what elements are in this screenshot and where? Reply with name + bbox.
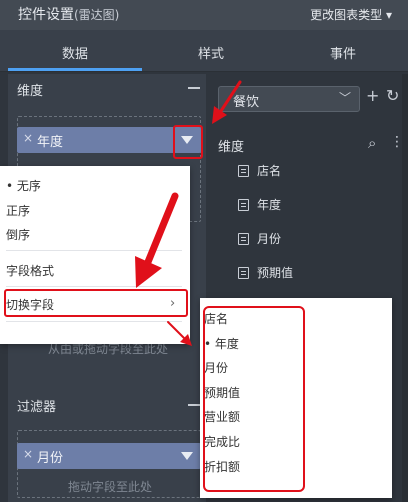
menu-item-field-format[interactable]: 字段格式 xyxy=(6,262,54,279)
tab-data[interactable]: 数据 xyxy=(62,43,88,62)
remove-filter-icon[interactable]: × xyxy=(23,447,33,461)
menu-item-unsorted[interactable]: • 无序 xyxy=(6,177,41,194)
menu-divider xyxy=(6,321,182,322)
collapse-dimension-icon[interactable] xyxy=(188,87,200,89)
submenu-highlight-box xyxy=(203,306,305,492)
field-item[interactable]: 年度 xyxy=(238,196,281,213)
field-options-menu: • 无序 正序 倒序 字段格式 切换字段 xyxy=(0,166,190,344)
dimension-field-name: 年度 xyxy=(37,135,64,150)
add-dataset-icon[interactable]: + xyxy=(366,86,379,105)
filter-field-name: 月份 xyxy=(37,451,64,466)
title-bar: 控件设置(雷达图) 更改图表类型 ▾ xyxy=(0,0,408,30)
menu-item-descending[interactable]: 倒序 xyxy=(6,226,30,243)
field-item[interactable]: 月份 xyxy=(238,230,281,247)
change-chart-type-button[interactable]: 更改图表类型 ▾ xyxy=(310,6,392,23)
field-list-dimension-label: 维度 xyxy=(218,140,245,155)
field-item[interactable]: 预期值 xyxy=(238,264,293,281)
search-icon[interactable]: ⌕ xyxy=(368,134,376,152)
filter-dropdown-caret-icon[interactable] xyxy=(181,452,193,460)
menu-item-ascending[interactable]: 正序 xyxy=(6,202,30,219)
dataset-select[interactable]: 餐饮 ﹀ xyxy=(218,86,360,112)
remove-field-icon[interactable]: × xyxy=(23,131,33,145)
switch-field-highlight-box xyxy=(4,289,188,317)
filter-drop-hint: 拖动字段至此处 xyxy=(68,480,153,494)
tab-events[interactable]: 事件 xyxy=(330,43,356,62)
right-scrollbar[interactable] xyxy=(402,74,408,502)
field-doc-icon xyxy=(238,199,249,211)
panel-title: 控件设置(雷达图) xyxy=(18,4,119,24)
menu-divider xyxy=(6,250,182,251)
active-tab-indicator xyxy=(8,68,142,71)
field-doc-icon xyxy=(238,165,249,177)
filter-section-label: 过滤器 xyxy=(17,400,57,415)
menu-divider xyxy=(6,286,182,287)
panel-subtitle: (雷达图) xyxy=(74,8,120,22)
panel-title-text: 控件设置 xyxy=(18,7,74,23)
field-item[interactable]: 店名 xyxy=(238,162,281,179)
filter-field-pill[interactable]: × 月份 xyxy=(17,443,201,469)
collapse-filter-icon[interactable] xyxy=(188,404,200,406)
field-doc-icon xyxy=(238,267,249,279)
dataset-select-value: 餐饮 xyxy=(233,95,260,110)
tab-style[interactable]: 样式 xyxy=(198,43,224,62)
chevron-down-icon: ﹀ xyxy=(338,91,351,105)
caret-highlight-box xyxy=(173,125,203,159)
tab-bar: 数据 样式 事件 xyxy=(0,30,408,72)
dimension-section-label: 维度 xyxy=(17,84,44,99)
field-doc-icon xyxy=(238,233,249,245)
refresh-icon[interactable]: ↻ xyxy=(386,86,399,105)
